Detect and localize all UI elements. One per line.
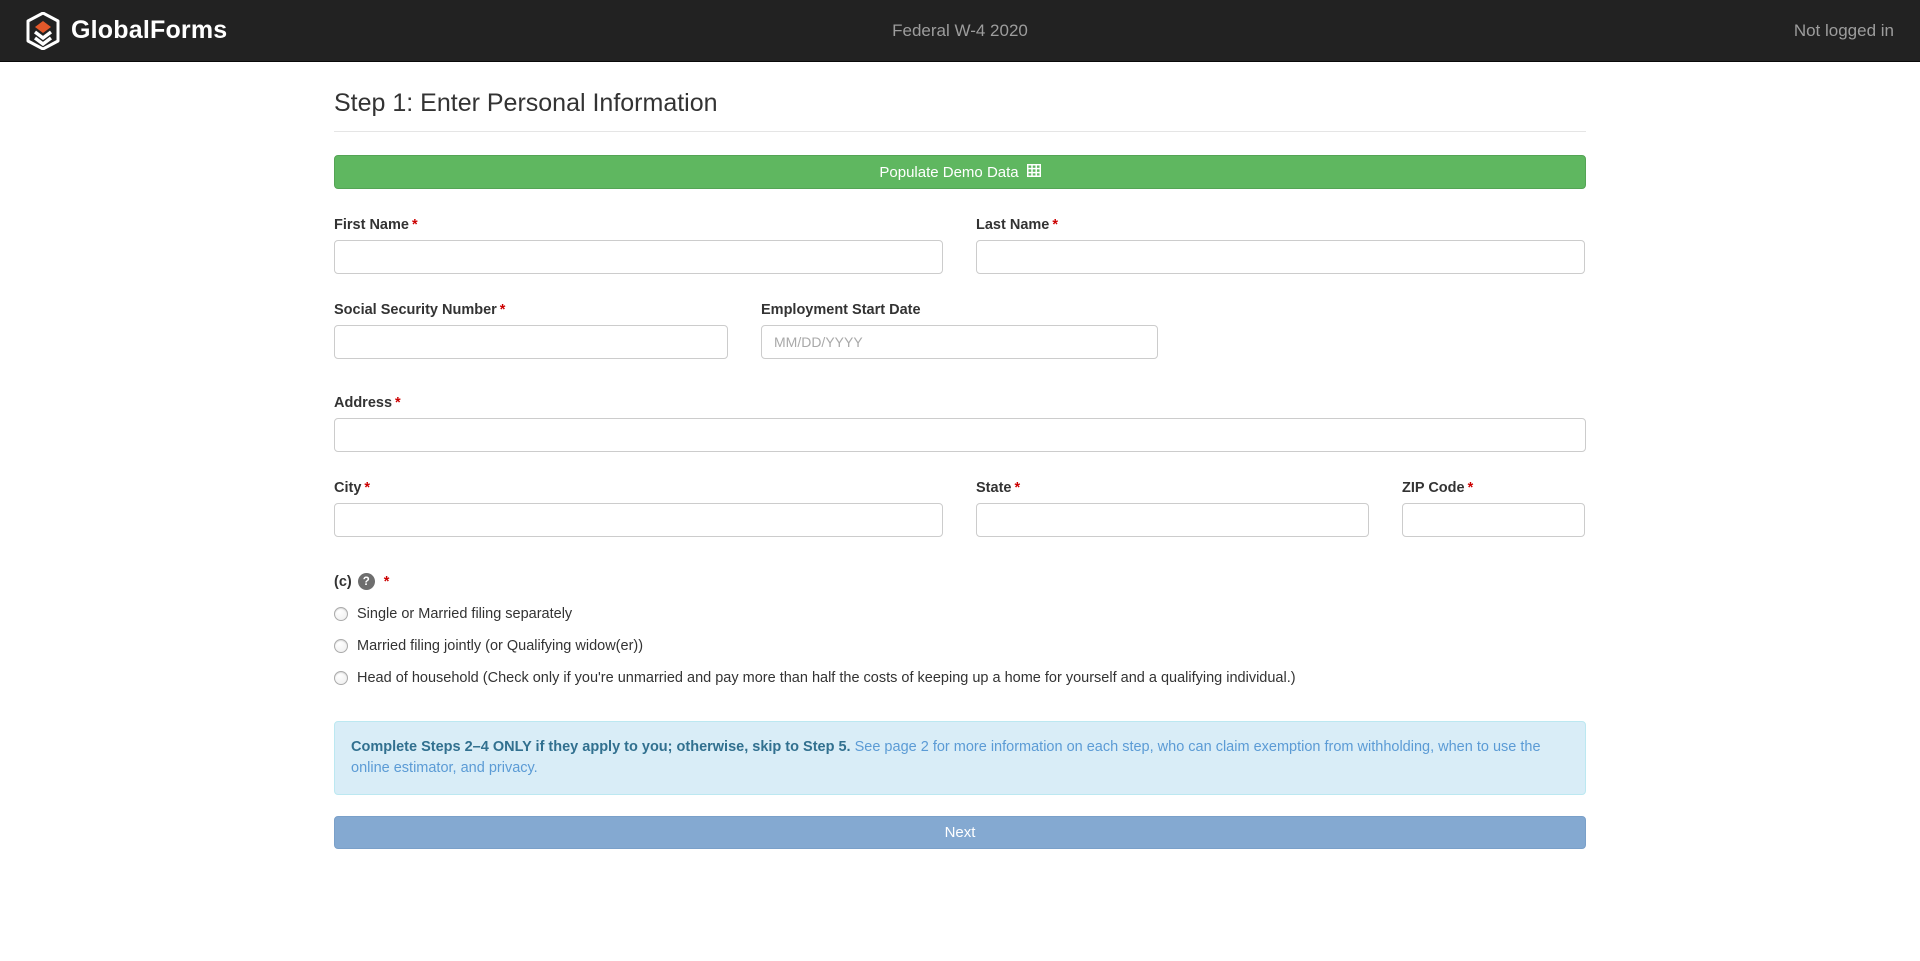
radio-option-married-jointly[interactable]: Married filing jointly (or Qualifying wi…	[334, 638, 1586, 654]
employment-start-date-input[interactable]	[761, 325, 1158, 359]
ssn-date-row: Social Security Number* Employment Start…	[334, 302, 1586, 359]
required-asterisk: *	[1014, 480, 1020, 496]
last-name-label: Last Name*	[976, 217, 1585, 233]
radio-option-label: Head of household (Check only if you're …	[357, 670, 1296, 686]
city-state-zip-row: City* State* ZIP Code*	[334, 480, 1586, 537]
next-button-label: Next	[945, 824, 976, 841]
ssn-label: Social Security Number*	[334, 302, 728, 318]
address-row: Address*	[334, 395, 1586, 452]
radio-option-label: Married filing jointly (or Qualifying wi…	[357, 638, 643, 654]
ssn-input[interactable]	[334, 325, 728, 359]
radio-option-head-of-household[interactable]: Head of household (Check only if you're …	[334, 670, 1586, 686]
radio-button[interactable]	[334, 671, 348, 685]
zip-group: ZIP Code*	[1402, 480, 1585, 537]
city-group: City*	[334, 480, 943, 537]
zip-label: ZIP Code*	[1402, 480, 1585, 496]
address-input[interactable]	[334, 418, 1586, 452]
filing-status-label: (c) ? *	[334, 573, 1586, 590]
first-name-input[interactable]	[334, 240, 943, 274]
populate-demo-data-button[interactable]: Populate Demo Data	[334, 155, 1586, 189]
table-icon	[1027, 164, 1041, 181]
brand-name: GlobalForms	[71, 16, 227, 45]
radio-option-single[interactable]: Single or Married filing separately	[334, 606, 1586, 622]
required-asterisk: *	[412, 217, 418, 233]
first-name-label: First Name*	[334, 217, 943, 233]
address-label: Address*	[334, 395, 1586, 411]
last-name-group: Last Name*	[976, 217, 1585, 274]
populate-demo-data-label: Populate Demo Data	[879, 164, 1018, 181]
page-title: Step 1: Enter Personal Information	[334, 89, 1586, 132]
city-label: City*	[334, 480, 943, 496]
navbar: GlobalForms Federal W-4 2020 Not logged …	[0, 0, 1920, 62]
question-circle-icon[interactable]: ?	[358, 573, 375, 590]
next-button[interactable]: Next	[334, 816, 1586, 849]
last-name-input[interactable]	[976, 240, 1585, 274]
brand[interactable]: GlobalForms	[26, 12, 227, 50]
address-group: Address*	[334, 395, 1586, 452]
ssn-group: Social Security Number*	[334, 302, 728, 359]
required-asterisk: *	[500, 302, 506, 318]
filing-status-group: (c) ? * Single or Married filing separat…	[334, 573, 1586, 686]
state-group: State*	[976, 480, 1369, 537]
employment-start-date-label: Employment Start Date	[761, 302, 1158, 318]
required-asterisk: *	[1468, 480, 1474, 496]
required-asterisk: *	[395, 395, 401, 411]
form-container: Step 1: Enter Personal Information Popul…	[334, 89, 1586, 849]
navbar-form-title: Federal W-4 2020	[892, 21, 1028, 41]
required-asterisk: *	[364, 480, 370, 496]
city-input[interactable]	[334, 503, 943, 537]
employment-start-date-group: Employment Start Date	[761, 302, 1158, 359]
state-label: State*	[976, 480, 1369, 496]
required-asterisk: *	[1052, 217, 1058, 233]
zip-input[interactable]	[1402, 503, 1585, 537]
login-status: Not logged in	[1794, 21, 1894, 41]
steps-info-alert: Complete Steps 2–4 ONLY if they apply to…	[334, 721, 1586, 795]
required-asterisk: *	[384, 574, 390, 590]
radio-button[interactable]	[334, 607, 348, 621]
name-row: First Name* Last Name*	[334, 217, 1586, 274]
globalforms-logo-icon	[26, 12, 60, 50]
first-name-group: First Name*	[334, 217, 943, 274]
radio-button[interactable]	[334, 639, 348, 653]
radio-option-label: Single or Married filing separately	[357, 606, 572, 622]
state-input[interactable]	[976, 503, 1369, 537]
alert-bold-text: Complete Steps 2–4 ONLY if they apply to…	[351, 739, 851, 755]
